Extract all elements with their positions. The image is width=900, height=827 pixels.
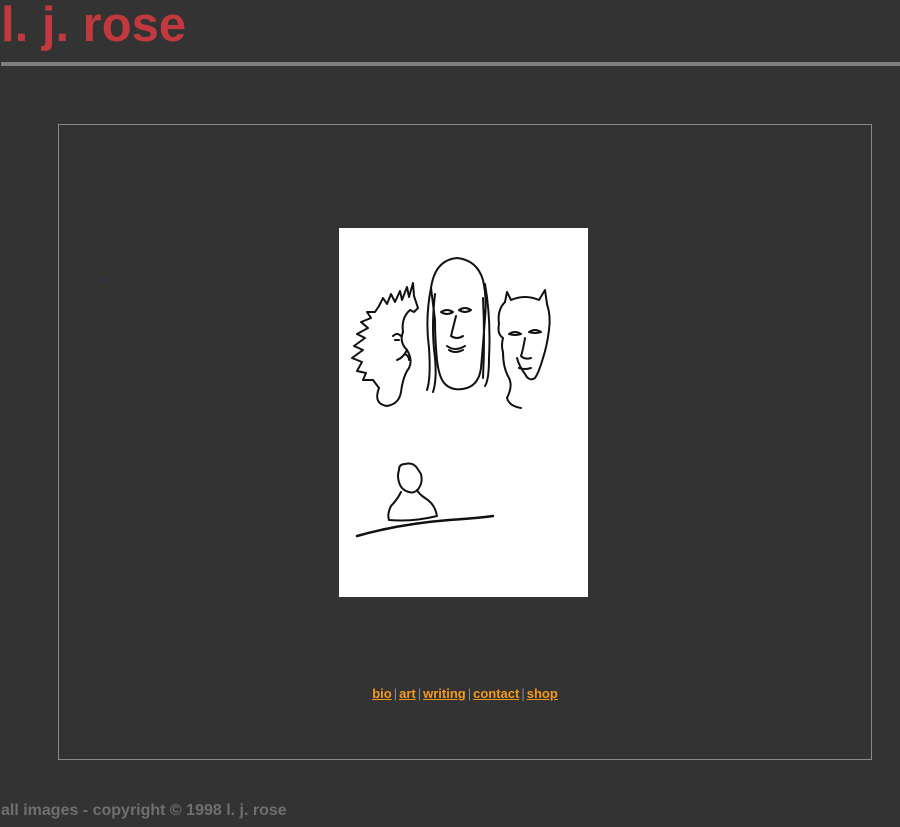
copyright-notice: all images - copyright © 1998 l. j. rose (1, 802, 287, 819)
nav-separator: | (521, 686, 525, 701)
nav-shop-link[interactable]: shop (527, 686, 558, 701)
nav-separator: | (393, 686, 398, 701)
page: l. j. rose bio | art | writing | contact… (0, 0, 900, 827)
tiny-mark (102, 279, 104, 281)
nav-writing-link[interactable]: writing (423, 686, 466, 701)
nav-art-link[interactable]: art (399, 686, 416, 701)
ink-drawing (351, 257, 551, 538)
site-title: l. j. rose (1, 0, 187, 52)
artwork-image (339, 228, 588, 597)
nav-bio-link[interactable]: bio (372, 686, 392, 701)
title-divider (1, 62, 900, 66)
nav-contact-link[interactable]: contact (473, 686, 519, 701)
nav-links: bio | art | writing | contact | shop (0, 686, 900, 702)
nav-separator: | (417, 686, 422, 701)
nav-separator: | (467, 686, 472, 701)
